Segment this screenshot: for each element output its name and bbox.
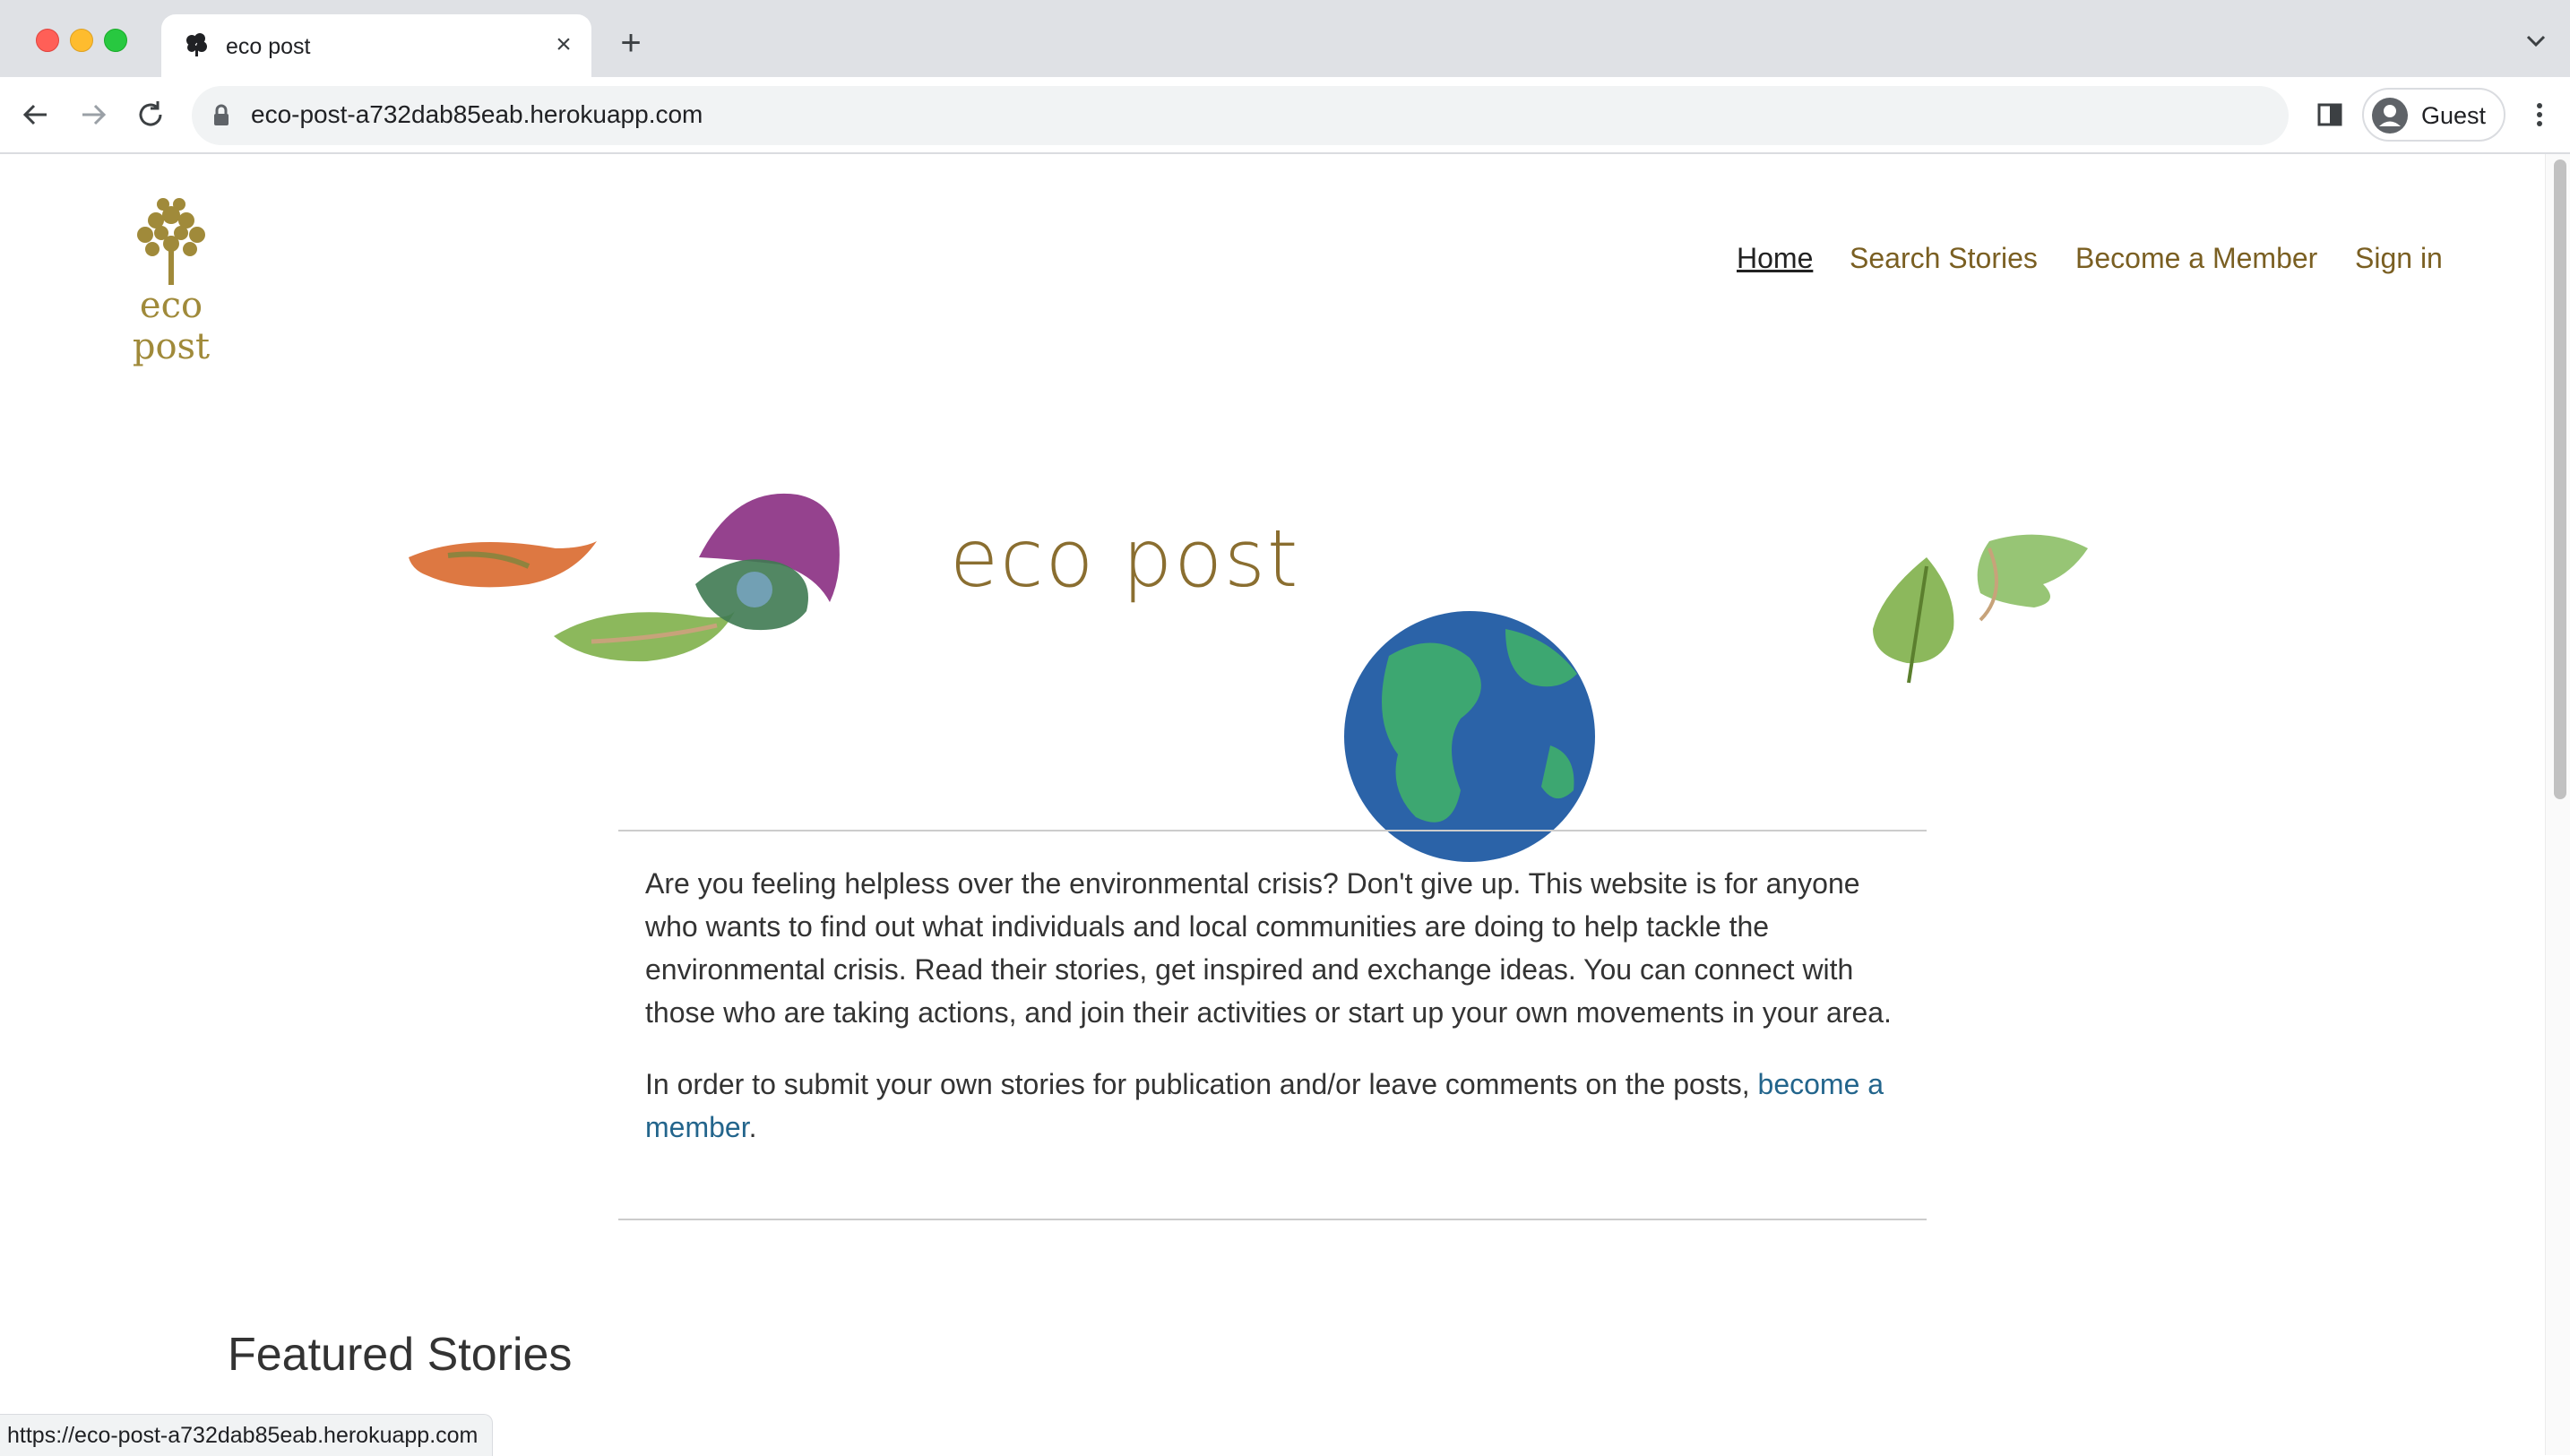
profile-button[interactable]: Guest	[2362, 88, 2505, 142]
scrollbar-thumb[interactable]	[2554, 159, 2566, 799]
tab-title: eco post	[226, 34, 311, 59]
back-arrow-icon[interactable]	[18, 97, 54, 133]
browser-tab-strip: eco post × +	[0, 0, 2570, 77]
window-zoom-button[interactable]	[104, 29, 127, 52]
forward-arrow-icon[interactable]	[75, 97, 111, 133]
address-bar[interactable]: eco-post-a732dab85eab.herokuapp.com	[192, 86, 2289, 145]
intro-paragraph-1: Are you feeling helpless over the enviro…	[645, 867, 1892, 1029]
nav-search-stories-link[interactable]: Search Stories	[1850, 242, 2038, 275]
avatar-icon	[2372, 98, 2408, 134]
hero-title: eco post	[950, 513, 1300, 605]
status-bar-url: https://eco-post-a732dab85eab.herokuapp.…	[0, 1414, 494, 1456]
lock-icon[interactable]	[211, 104, 231, 127]
tab-search-chevron-icon[interactable]	[2523, 32, 2548, 50]
tab-close-icon[interactable]: ×	[550, 31, 577, 59]
intro-paragraph-2-suffix: .	[748, 1111, 757, 1143]
intro-paragraph-2-text: In order to submit your own stories for …	[645, 1068, 1758, 1100]
site-logo[interactable]: eco post	[99, 190, 244, 367]
more-menu-icon[interactable]	[2522, 97, 2557, 133]
divider-top	[618, 830, 1927, 831]
new-tab-button[interactable]: +	[613, 25, 649, 63]
logo-text: eco post	[132, 285, 211, 367]
tree-logo-icon	[137, 198, 205, 285]
intro-paragraph-2: In order to submit your own stories for …	[645, 1063, 1900, 1149]
nav-sign-in-link[interactable]: Sign in	[2355, 242, 2443, 275]
side-panel-icon[interactable]	[2312, 97, 2348, 133]
nav-home-link[interactable]: Home	[1737, 242, 1813, 275]
profile-label: Guest	[2421, 102, 2487, 129]
reload-icon[interactable]	[133, 97, 168, 133]
url-text[interactable]: eco-post-a732dab85eab.herokuapp.com	[251, 100, 703, 129]
divider-bottom	[618, 1219, 1927, 1220]
tree-favicon-icon	[186, 33, 207, 56]
window-close-button[interactable]	[36, 29, 59, 52]
nav-become-member-link[interactable]: Become a Member	[2075, 242, 2317, 275]
featured-stories-heading: Featured Stories	[228, 1329, 573, 1381]
intro-text: Are you feeling helpless over the enviro…	[645, 862, 1900, 1177]
web-page: eco post Home Search Stories Become a Me…	[0, 154, 2545, 1455]
window-minimize-button[interactable]	[70, 29, 93, 52]
browser-tab[interactable]: eco post ×	[161, 14, 591, 77]
